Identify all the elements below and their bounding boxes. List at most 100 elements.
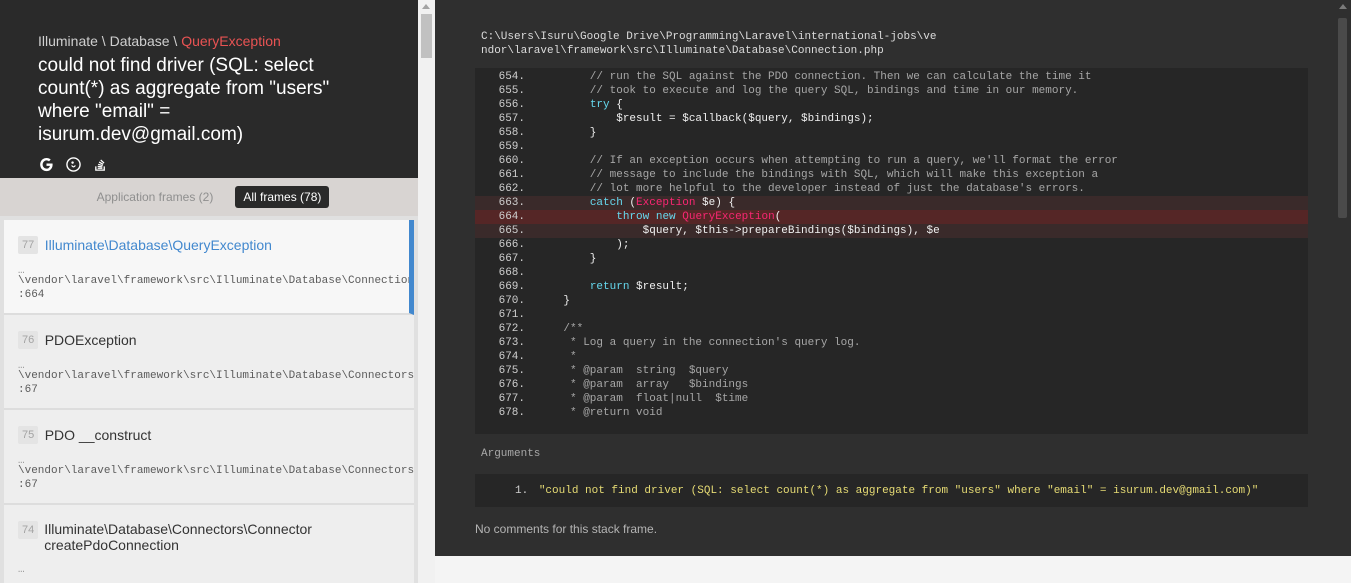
code-text: $result = $callback($query, $bindings); <box>537 113 874 125</box>
code-line: 675. * @param string $query <box>475 364 1308 378</box>
frame-file-ellipsis: … <box>18 564 25 576</box>
frame-title: 75 PDO __construct <box>18 426 414 444</box>
code-line: 678. * @return void <box>475 406 1308 420</box>
code-line: 662. // lot more helpful to the develope… <box>475 182 1308 196</box>
line-number: 662. <box>498 183 525 195</box>
scrollbar-thumb[interactable] <box>421 14 432 58</box>
search-links <box>38 156 398 173</box>
frame-class: Illuminate\Database\Connectors\Connector… <box>44 521 312 553</box>
code-line: 663. catch (Exception $e) { <box>475 196 1308 210</box>
arguments-label: Arguments <box>481 448 541 460</box>
application-frames-button[interactable]: Application frames (2) <box>89 186 222 208</box>
line-number: 668. <box>498 267 525 279</box>
code-text: /** <box>537 323 584 335</box>
frame-title: 77 Illuminate\Database\QueryException <box>18 236 409 254</box>
line-number: 666. <box>498 239 525 251</box>
argument-number: 1. <box>515 485 529 497</box>
code-text: // lot more helpful to the developer ins… <box>537 183 1085 195</box>
code-line: 656. try { <box>475 98 1308 112</box>
code-line: 673. * Log a query in the connection's q… <box>475 336 1308 350</box>
left-scrollbar[interactable] <box>418 0 435 583</box>
code-block: 654. // run the SQL against the PDO conn… <box>475 68 1308 434</box>
frame-number: 76 <box>18 331 39 349</box>
frame-class-line2: createPdoConnection <box>44 537 179 553</box>
google-icon[interactable] <box>38 156 55 173</box>
code-text: * @return void <box>537 407 663 419</box>
scrollbar-thumb[interactable] <box>1338 18 1347 218</box>
code-line: 665. $query, $this->prepareBindings($bin… <box>475 224 1308 238</box>
frame-file-ellipsis: … <box>18 265 25 277</box>
line-number: 655. <box>498 85 525 97</box>
line-number: 657. <box>498 113 525 125</box>
all-frames-button[interactable]: All frames (78) <box>235 186 330 208</box>
code-line: 660. // If an exception occurs when atte… <box>475 154 1308 168</box>
code-line: 674. * <box>475 350 1308 364</box>
code-line: 671. <box>475 308 1308 322</box>
line-number: 654. <box>498 71 525 83</box>
code-line: 655. // took to execute and log the quer… <box>475 84 1308 98</box>
stackoverflow-icon[interactable] <box>92 156 109 173</box>
code-line: 666. ); <box>475 238 1308 252</box>
duckduckgo-icon[interactable] <box>65 156 82 173</box>
code-text: throw new QueryException( <box>616 211 782 223</box>
frame-number: 75 <box>18 426 39 444</box>
exception-namespace: Illuminate \ Database \ <box>38 33 182 49</box>
scroll-up-arrow-icon[interactable] <box>1339 4 1347 9</box>
line-number: 659. <box>498 141 525 153</box>
frame-class-line1: Illuminate\Database\Connectors\Connector <box>44 521 312 537</box>
line-number: 660. <box>498 155 525 167</box>
code-line: 672. /** <box>475 322 1308 336</box>
frame-file-path: \vendor\laravel\framework\src\Illuminate… <box>18 465 414 477</box>
code-text: ); <box>537 239 630 251</box>
frame-class: PDOException <box>44 332 137 348</box>
left-panel: Illuminate \ Database \ QueryException c… <box>0 0 418 583</box>
line-number: 661. <box>498 169 525 181</box>
arguments-block: 1. "could not find driver (SQL: select c… <box>475 474 1308 507</box>
code-text: * <box>537 351 577 363</box>
argument-value: "could not find driver (SQL: select coun… <box>538 485 1259 497</box>
code-line: 654. // run the SQL against the PDO conn… <box>475 70 1308 84</box>
exception-class: Illuminate \ Database \ QueryException <box>38 32 398 50</box>
stack-frame[interactable]: 77 Illuminate\Database\QueryException … … <box>4 220 414 315</box>
frame-file-ellipsis: … <box>18 455 25 467</box>
right-scrollbar[interactable] <box>1334 0 1351 556</box>
scroll-up-arrow-icon[interactable] <box>422 4 430 9</box>
exception-header: Illuminate \ Database \ QueryException c… <box>0 0 418 178</box>
frame-number: 74 <box>18 521 39 539</box>
stack-frame[interactable]: 75 PDO __construct … \vendor\laravel\fra… <box>4 410 414 505</box>
code-line: 659. <box>475 140 1308 154</box>
frame-file-path: \vendor\laravel\framework\src\Illuminate… <box>18 370 414 382</box>
line-number: 675. <box>498 365 525 377</box>
line-number: 673. <box>498 337 525 349</box>
code-line: 670. } <box>475 294 1308 308</box>
code-text: // took to execute and log the query SQL… <box>537 85 1079 97</box>
exception-message: could not find driver (SQL: select count… <box>38 55 330 145</box>
frame-file: … \vendor\laravel\framework\src\Illumina… <box>18 265 409 288</box>
code-text: // message to include the bindings with … <box>537 169 1099 181</box>
code-text: } <box>537 127 597 139</box>
line-number: 678. <box>498 407 525 419</box>
code-line: 669. return $result; <box>475 280 1308 294</box>
frame-file-path: \vendor\laravel\framework\src\Illuminate… <box>18 275 414 287</box>
frame-file: … <box>18 564 414 576</box>
code-line: 676. * @param array $bindings <box>475 378 1308 392</box>
code-line: 664. throw new QueryException( <box>475 210 1308 224</box>
frame-class: Illuminate\Database\QueryException <box>44 237 272 253</box>
frame-class: PDO __construct <box>44 427 152 443</box>
line-number: 658. <box>498 127 525 139</box>
frame-file-ellipsis: … <box>18 360 25 372</box>
frame-number: 77 <box>18 236 39 254</box>
code-text: * Log a query in the connection's query … <box>537 337 861 349</box>
stack-frame[interactable]: 76 PDOException … \vendor\laravel\framew… <box>4 315 414 410</box>
code-panel: C:\Users\Isuru\Google Drive\Programming\… <box>435 0 1351 556</box>
code-line: 661. // message to include the bindings … <box>475 168 1308 182</box>
code-line: 657. $result = $callback($query, $bindin… <box>475 112 1308 126</box>
frame-list: 77 Illuminate\Database\QueryException … … <box>0 216 418 583</box>
stack-frame[interactable]: 74 Illuminate\Database\Connectors\Connec… <box>4 505 414 583</box>
code-line: 667. } <box>475 252 1308 266</box>
code-line: 668. <box>475 266 1308 280</box>
frame-line: :67 <box>18 479 38 491</box>
line-number: 670. <box>498 295 525 307</box>
code-file-path: C:\Users\Isuru\Google Drive\Programming\… <box>481 31 937 57</box>
bottom-strip <box>435 556 1351 583</box>
